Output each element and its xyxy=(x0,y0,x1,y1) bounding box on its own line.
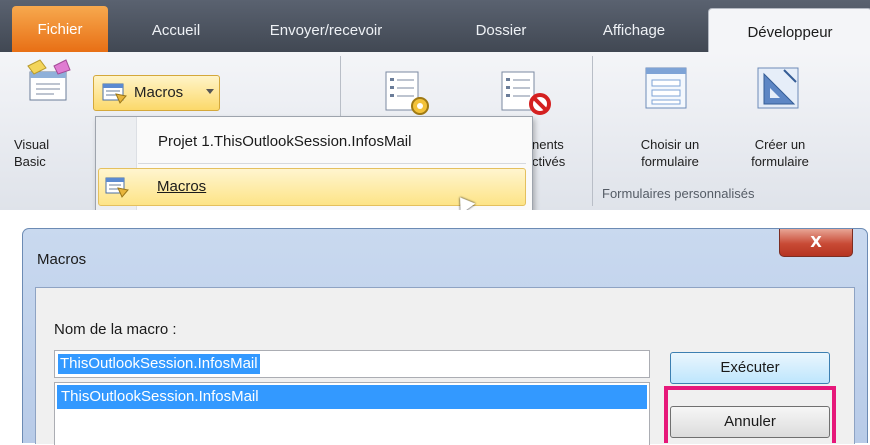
macros-button-label: Macros xyxy=(134,84,184,101)
macro-list[interactable]: ThisOutlookSession.InfosMail xyxy=(54,382,650,445)
design-form-icon xyxy=(757,67,799,109)
tab-fichier[interactable]: Fichier xyxy=(12,6,108,52)
macros-icon xyxy=(105,177,129,198)
choose-form-icon xyxy=(645,67,687,109)
tab-envoyer-recevoir[interactable]: Envoyer/recevoir xyxy=(246,0,406,52)
macro-name-input-value: ThisOutlookSession.InfosMail xyxy=(58,354,260,374)
disabled-items-label-2: ctivés xyxy=(532,154,566,169)
visual-basic-label-2: Basic xyxy=(14,154,46,169)
choose-form-button[interactable]: Choisir un formulaire xyxy=(620,136,720,170)
visual-basic-icon xyxy=(27,59,71,101)
list-item[interactable]: ThisOutlookSession.InfosMail xyxy=(57,385,647,409)
macros-icon xyxy=(102,83,127,104)
macro-name-input[interactable]: ThisOutlookSession.InfosMail xyxy=(54,350,650,378)
disabled-items-button[interactable]: nents ctivés xyxy=(532,136,582,170)
ribbon: Fichier Accueil Envoyer/recevoir Dossier… xyxy=(0,0,870,210)
com-addins-icon xyxy=(385,71,429,115)
execute-button[interactable]: Exécuter xyxy=(670,352,830,384)
tab-affichage[interactable]: Affichage xyxy=(582,0,686,52)
group-label-custom-forms: Formulaires personnalisés xyxy=(602,186,755,201)
menu-item-macros-label: Macros xyxy=(157,178,207,195)
disabled-items-label-1: nents xyxy=(532,137,564,152)
design-form-button[interactable]: Créer un formulaire xyxy=(730,136,830,170)
close-button[interactable]: X xyxy=(779,229,853,257)
macros-split-button[interactable]: Macros xyxy=(93,75,220,111)
menu-item-projet-infosmail[interactable]: Projet 1.ThisOutlookSession.InfosMail xyxy=(158,133,411,150)
choose-form-label-1: Choisir un xyxy=(640,137,700,152)
chevron-down-icon[interactable] xyxy=(206,89,214,94)
dialog-title: Macros xyxy=(37,251,87,268)
design-form-label-1: Créer un xyxy=(754,137,806,152)
menu-separator xyxy=(138,163,526,164)
choose-form-label-2: formulaire xyxy=(641,154,699,169)
cancel-highlight-box xyxy=(664,386,836,443)
tab-dossier[interactable]: Dossier xyxy=(456,0,546,52)
tab-developpeur[interactable]: Développeur xyxy=(708,8,870,53)
visual-basic-button[interactable]: Visual Basic xyxy=(14,136,58,170)
design-form-label-2: formulaire xyxy=(751,154,809,169)
macro-name-label: Nom de la macro : xyxy=(54,321,177,338)
visual-basic-label-1: Visual xyxy=(14,137,50,152)
disabled-items-icon xyxy=(501,71,551,115)
group-separator xyxy=(592,56,593,206)
tab-accueil[interactable]: Accueil xyxy=(130,0,222,52)
ribbon-tab-bar: Fichier Accueil Envoyer/recevoir Dossier… xyxy=(0,0,870,53)
